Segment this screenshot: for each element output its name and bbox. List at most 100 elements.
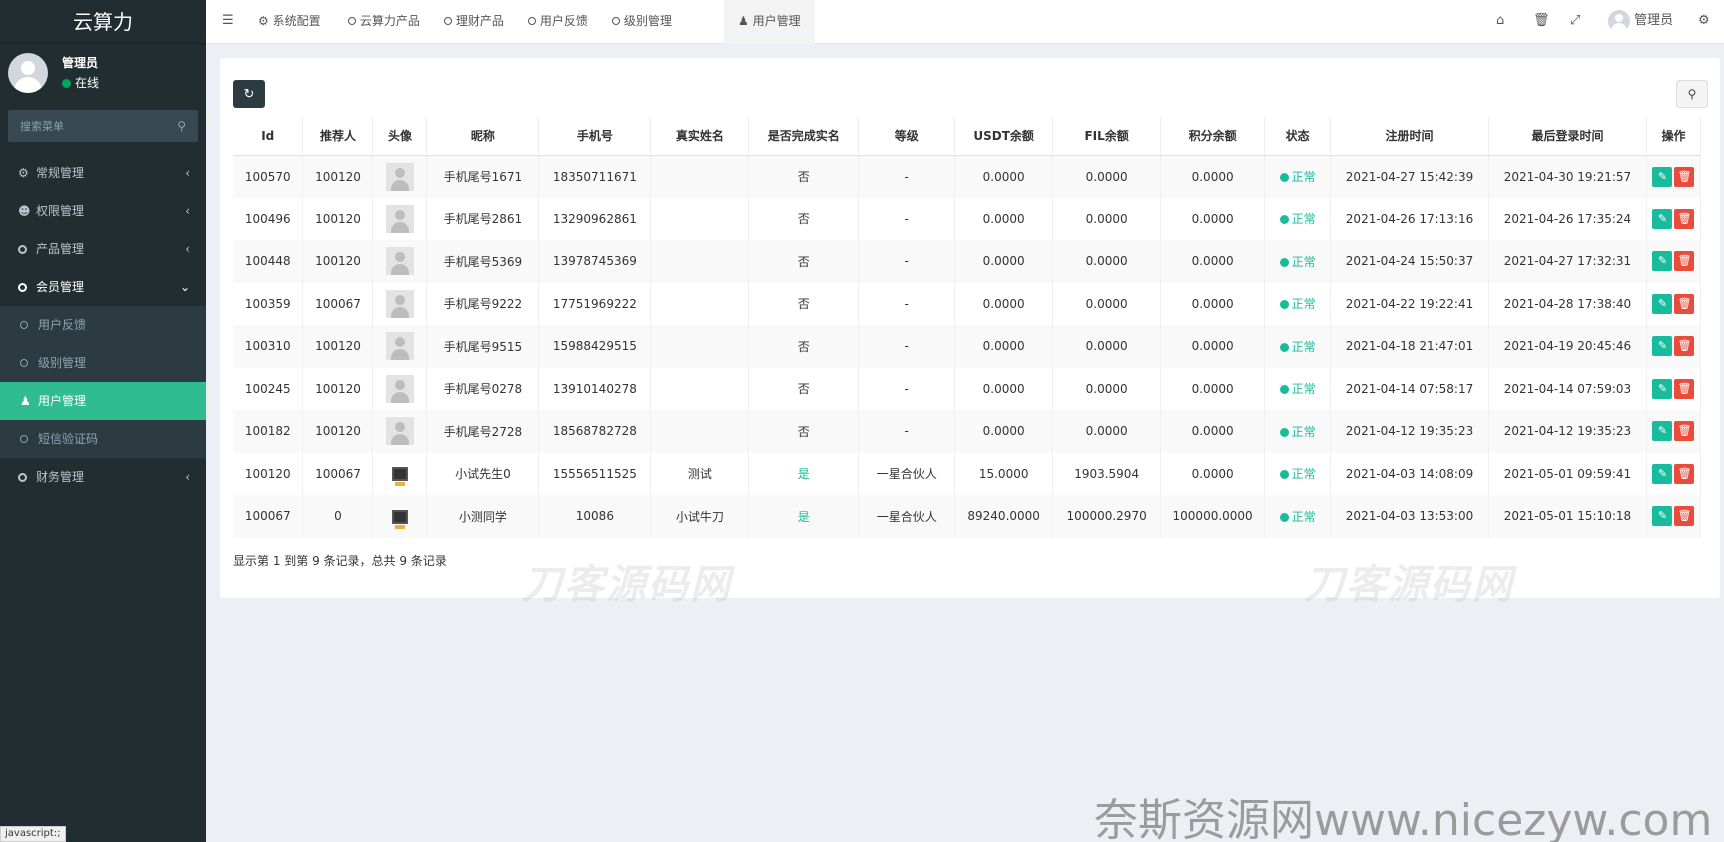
- delete-button[interactable]: 🗑: [1674, 336, 1695, 357]
- sidebar-item-product[interactable]: 产品管理 ‹: [0, 230, 206, 268]
- trash-icon[interactable]: 🗑: [1533, 0, 1550, 44]
- default-avatar-icon[interactable]: [385, 374, 414, 403]
- table-row[interactable]: 100120 100067 小试先生0 15556511525 测试是一星合伙人 15.0…: [233, 452, 1702, 495]
- delete-button[interactable]: 🗑: [1674, 208, 1695, 229]
- tab-label: 用户反馈: [539, 14, 588, 28]
- edit-button[interactable]: ✎: [1652, 378, 1673, 399]
- cell-status: 正常: [1264, 197, 1332, 240]
- sidebar-item-sms[interactable]: 短信验证码: [0, 420, 206, 458]
- sidebar-item-auth[interactable]: ☻ 权限管理 ‹: [0, 192, 206, 230]
- tab-label: 理财产品: [455, 14, 504, 28]
- cell-nick: 手机尾号9515: [426, 325, 540, 368]
- trash-icon: 🗑: [1677, 509, 1692, 523]
- edit-button[interactable]: ✎: [1652, 293, 1673, 314]
- column-header[interactable]: 手机号: [538, 117, 652, 156]
- search-toggle-button[interactable]: ⚲: [1676, 80, 1708, 108]
- column-header[interactable]: 真实姓名: [650, 117, 750, 156]
- tab-users[interactable]: ♟ 用户管理: [724, 0, 815, 44]
- tab-finance-product[interactable]: 理财产品: [432, 0, 516, 44]
- column-header[interactable]: 是否完成实名: [748, 117, 860, 156]
- cell-avatar: [372, 325, 428, 368]
- sidebar-item-finance[interactable]: 财务管理 ‹: [0, 458, 206, 496]
- menu-toggle-icon[interactable]: ☰: [222, 0, 234, 44]
- default-avatar-icon[interactable]: [385, 289, 414, 318]
- status-label: 正常: [1291, 170, 1316, 184]
- cell-avatar: [372, 495, 428, 538]
- edit-button[interactable]: ✎: [1652, 506, 1673, 527]
- column-header[interactable]: 操作: [1646, 117, 1702, 156]
- column-header[interactable]: 注册时间: [1330, 117, 1489, 156]
- default-avatar-icon[interactable]: [385, 332, 414, 361]
- table-row[interactable]: 100310 100120 手机尾号9515 15988429515 否 -0.0000 0…: [233, 325, 1702, 368]
- computer-avatar-icon[interactable]: [391, 467, 408, 486]
- tab-system-config[interactable]: ⚙ 系统配置: [246, 0, 333, 44]
- table-row[interactable]: 100245 100120 手机尾号0278 13910140278 否 -0.0000 0…: [233, 367, 1702, 410]
- sidebar-item-member[interactable]: 会员管理 ⌄: [0, 268, 206, 306]
- sidebar-item-level[interactable]: 级别管理: [0, 344, 206, 382]
- cell-usdt: 15.0000: [954, 452, 1054, 495]
- edit-button[interactable]: ✎: [1652, 336, 1673, 357]
- delete-button[interactable]: 🗑: [1674, 251, 1695, 272]
- status-dot-icon: [1279, 470, 1289, 480]
- cell-nick: 手机尾号2861: [426, 197, 540, 240]
- table-row[interactable]: 100067 0 小测同学 10086 小试牛刀是一星合伙人 89240.0000 1000…: [233, 495, 1702, 538]
- tab-level[interactable]: 级别管理: [600, 0, 684, 44]
- column-header[interactable]: 最后登录时间: [1488, 117, 1647, 156]
- table-row[interactable]: 100496 100120 手机尾号2861 13290962861 否 -0.0000 0…: [233, 197, 1702, 240]
- tab-cloud-product[interactable]: 云算力产品: [336, 0, 432, 44]
- delete-button[interactable]: 🗑: [1674, 506, 1695, 527]
- column-header[interactable]: USDT余额: [954, 117, 1054, 156]
- delete-button[interactable]: 🗑: [1674, 378, 1695, 399]
- pencil-icon: ✎: [1657, 254, 1668, 268]
- delete-button[interactable]: 🗑: [1674, 421, 1695, 442]
- status-badge: 正常: [1279, 170, 1316, 184]
- edit-button[interactable]: ✎: [1652, 208, 1673, 229]
- column-header[interactable]: FIL余额: [1052, 117, 1162, 156]
- table-row[interactable]: 100182 100120 手机尾号2728 18568782728 否 -0.0000 0…: [233, 410, 1702, 453]
- table-row[interactable]: 100570 100120 手机尾号1671 18350711671 否 -0.0000 0…: [233, 155, 1702, 198]
- cogs-icon[interactable]: ⚙: [1698, 0, 1710, 44]
- app-logo[interactable]: 云算力: [0, 0, 206, 44]
- user-icon: ♟: [20, 394, 31, 408]
- search-icon[interactable]: ⚲: [177, 119, 186, 133]
- table-row[interactable]: 100359 100067 手机尾号9222 17751969222 否 -0.0000 0…: [233, 282, 1702, 325]
- cell-nick: 手机尾号2728: [426, 410, 540, 453]
- sidebar-item-users[interactable]: ♟ 用户管理: [0, 382, 206, 420]
- column-header[interactable]: 头像: [372, 117, 428, 156]
- edit-button[interactable]: ✎: [1652, 421, 1673, 442]
- table-row[interactable]: 100448 100120 手机尾号5369 13978745369 否 -0.0000 0…: [233, 240, 1702, 283]
- column-header[interactable]: 昵称: [426, 117, 540, 156]
- column-header[interactable]: 状态: [1264, 117, 1332, 156]
- tab-feedback[interactable]: 用户反馈: [516, 0, 600, 44]
- default-avatar-icon[interactable]: [385, 417, 414, 446]
- default-avatar-icon[interactable]: [385, 204, 414, 233]
- home-icon[interactable]: ⌂: [1496, 0, 1504, 44]
- column-header[interactable]: 等级: [858, 117, 956, 156]
- watermark: 刀客源码网: [522, 562, 732, 608]
- pencil-icon: ✎: [1657, 381, 1668, 395]
- edit-button[interactable]: ✎: [1652, 463, 1673, 484]
- cell-fil: 0.0000: [1052, 240, 1162, 283]
- edit-button[interactable]: ✎: [1652, 251, 1673, 272]
- user-icon: ♟: [738, 14, 749, 28]
- fullscreen-icon[interactable]: ⤢: [1570, 0, 1580, 44]
- cell-avatar: [372, 155, 428, 198]
- column-header[interactable]: 积分余额: [1160, 117, 1266, 156]
- circle-icon: [18, 473, 27, 482]
- sidebar-item-feedback[interactable]: 用户反馈: [0, 306, 206, 344]
- admin-menu[interactable]: 管理员: [1608, 0, 1673, 44]
- computer-avatar-icon[interactable]: [391, 509, 408, 529]
- edit-button[interactable]: ✎: [1652, 166, 1673, 187]
- delete-button[interactable]: 🗑: [1674, 166, 1695, 187]
- search-menu-input[interactable]: [8, 110, 168, 142]
- sidebar-item-general[interactable]: ⚙ 常规管理 ‹: [0, 154, 206, 192]
- delete-button[interactable]: 🗑: [1674, 463, 1695, 484]
- default-avatar-icon[interactable]: [385, 247, 414, 276]
- column-header[interactable]: Id: [233, 117, 304, 156]
- cell-avatar: [372, 197, 428, 240]
- cell-real: [650, 197, 750, 240]
- column-header[interactable]: 推荐人: [302, 117, 374, 156]
- refresh-button[interactable]: ↻: [233, 80, 265, 108]
- default-avatar-icon[interactable]: [385, 162, 414, 191]
- delete-button[interactable]: 🗑: [1674, 293, 1695, 314]
